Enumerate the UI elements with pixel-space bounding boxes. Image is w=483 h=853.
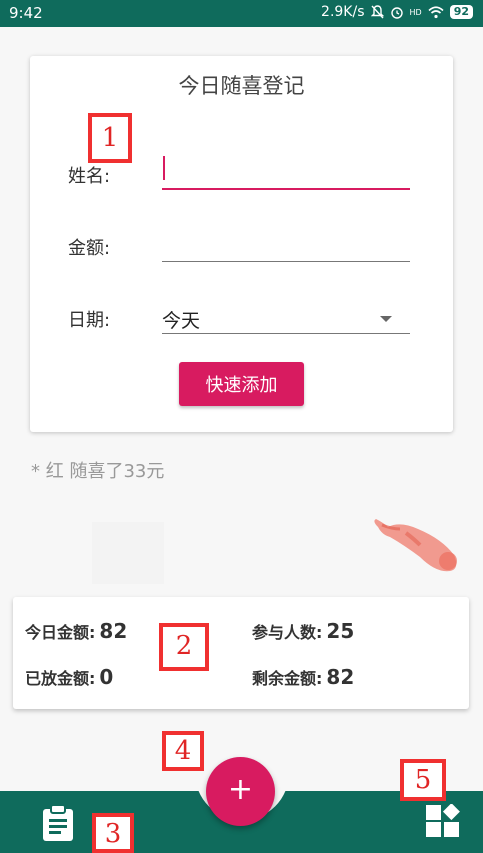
today-amount-label: 今日金额:	[25, 623, 96, 642]
mute-bell-icon	[370, 5, 384, 19]
stat-released-amount: 已放金额: 0	[25, 665, 113, 689]
date-label: 日期:	[68, 310, 111, 331]
released-amount-label: 已放金额:	[25, 669, 96, 688]
annotation-marker-5: 5	[400, 759, 446, 801]
stats-card: 今日金额: 82 参与人数: 25 已放金额: 0 剩余金额: 82	[13, 597, 469, 709]
annotation-marker-4: 4	[162, 731, 204, 771]
name-input[interactable]	[162, 154, 410, 186]
network-speed: 2.9K/s	[321, 4, 365, 20]
status-time: 9:42	[9, 4, 43, 22]
date-select[interactable]: 今天	[162, 300, 410, 334]
annotation-marker-1: 1	[88, 113, 132, 163]
amount-underline	[162, 261, 410, 262]
annotation-marker-3: 3	[92, 813, 134, 853]
alarm-icon	[390, 7, 403, 19]
network-type: HD	[409, 7, 422, 17]
remaining-amount-label: 剩余金额:	[252, 669, 323, 688]
status-icons: 2.9K/s HD 92	[321, 4, 473, 20]
koi-fish-icon	[374, 519, 457, 572]
add-button[interactable]: +	[206, 757, 275, 826]
participants-label: 参与人数:	[252, 623, 323, 642]
battery-indicator: 92	[449, 5, 473, 19]
recent-entry: * 红 随喜了33元	[31, 461, 165, 482]
dashboard-icon[interactable]	[425, 804, 461, 840]
date-underline	[162, 333, 410, 334]
amount-label: 金额:	[68, 238, 111, 259]
status-bar: 9:42 2.9K/s HD 92	[0, 0, 483, 27]
placeholder-image	[92, 522, 164, 584]
annotation-marker-2: 2	[159, 623, 209, 671]
today-amount-value: 82	[99, 619, 128, 643]
wifi-icon	[428, 5, 444, 18]
stat-participants: 参与人数: 25	[252, 619, 354, 643]
clipboard-icon[interactable]	[41, 804, 75, 842]
dropdown-arrow-icon	[380, 316, 392, 322]
name-label: 姓名:	[68, 166, 111, 187]
quick-add-button[interactable]: 快速添加	[179, 362, 304, 406]
participants-value: 25	[326, 619, 355, 643]
stat-remaining-amount: 剩余金额: 82	[252, 665, 354, 689]
date-value: 今天	[162, 310, 201, 332]
released-amount-value: 0	[99, 665, 114, 689]
stat-today-amount: 今日金额: 82	[25, 619, 127, 643]
card-title: 今日随喜登记	[178, 74, 305, 98]
amount-input[interactable]	[162, 226, 410, 258]
remaining-amount-value: 82	[326, 665, 355, 689]
name-underline	[162, 188, 410, 190]
